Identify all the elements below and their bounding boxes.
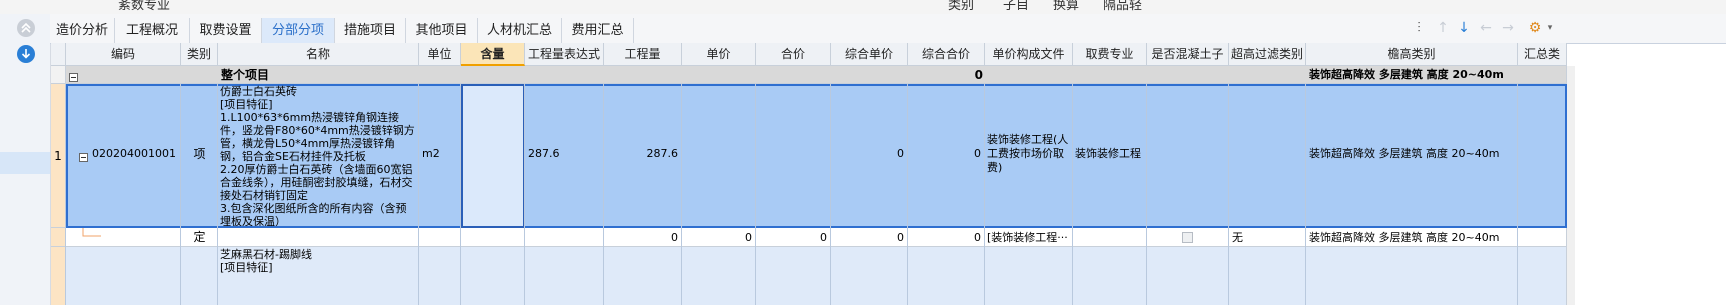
move-left-icon[interactable]: ← (1478, 20, 1494, 36)
col-header[interactable]: 综合单价 (831, 43, 908, 66)
left-sidebar (0, 14, 51, 305)
tab-fee-summary[interactable]: 费用汇总 (562, 18, 634, 43)
col-header[interactable]: 单位 (419, 43, 461, 66)
col-header[interactable]: 檐高类别 (1306, 43, 1518, 66)
col-header[interactable]: 含量 (461, 43, 525, 66)
col-header[interactable]: 名称 (218, 43, 419, 66)
tab-divisional-items[interactable]: 分部分项 (262, 18, 335, 43)
col-header[interactable]: 工程量 (604, 43, 682, 66)
col-header[interactable]: 综合合价 (908, 43, 985, 66)
collapse-icon[interactable] (17, 19, 35, 37)
top-strip-text: 隔品轻 (1103, 0, 1143, 13)
corner-cell (51, 43, 66, 66)
tab-other-items[interactable]: 其他项目 (406, 18, 478, 43)
tab-measures[interactable]: 措施项目 (335, 18, 406, 43)
grid-lines (65, 84, 1518, 305)
top-strip-text: 类别 (948, 0, 975, 13)
tab-cost-analysis[interactable]: 造价分析 (50, 18, 115, 43)
top-strip-text: 紊数专业 (118, 0, 171, 13)
column-settings-icon[interactable]: ⫶ (1411, 20, 1427, 36)
top-strip-text: 子目 (1003, 0, 1030, 13)
col-header[interactable]: 超高过滤类别 (1229, 43, 1306, 66)
top-strip-text: 换算 (1053, 0, 1080, 13)
sidebar-selected-item[interactable] (0, 152, 50, 174)
bill-grid: 编码 类别 名称 单位 含量 工程量表达式 工程量 单价 合价 综合单价 综合合… (51, 43, 1726, 305)
col-header[interactable]: 单价 (682, 43, 756, 66)
col-header[interactable]: 取费专业 (1073, 43, 1147, 66)
col-header[interactable]: 是否混凝土子目 (1147, 43, 1229, 66)
col-header[interactable]: 类别 (181, 43, 218, 66)
chevron-down-icon[interactable]: ▾ (1542, 20, 1558, 36)
tab-fee-settings[interactable]: 取费设置 (190, 18, 262, 43)
col-header[interactable]: 单价构成文件 (985, 43, 1073, 66)
tools-icon[interactable]: ⚙ (1527, 20, 1543, 36)
col-header[interactable]: 汇总类 (1518, 43, 1567, 66)
vertical-scrollbar[interactable] (1567, 66, 1575, 305)
move-down-icon[interactable]: ↓ (1456, 20, 1472, 36)
col-header[interactable]: 工程量表达式 (525, 43, 604, 66)
top-strip: 紊数专业 类别 子目 换算 隔品轻 (0, 0, 1726, 14)
tab-resource-summary[interactable]: 人材机汇总 (478, 18, 562, 43)
tab-bar: 造价分析 工程概况 取费设置 分部分项 措施项目 其他项目 人材机汇总 费用汇总… (50, 14, 1726, 44)
move-right-icon[interactable]: → (1500, 20, 1516, 36)
col-header[interactable]: 编码 (66, 43, 181, 66)
download-icon[interactable] (17, 45, 35, 63)
col-header[interactable]: 合价 (756, 43, 831, 66)
move-up-icon[interactable]: ↑ (1435, 20, 1451, 36)
tab-project-overview[interactable]: 工程概况 (115, 18, 190, 43)
